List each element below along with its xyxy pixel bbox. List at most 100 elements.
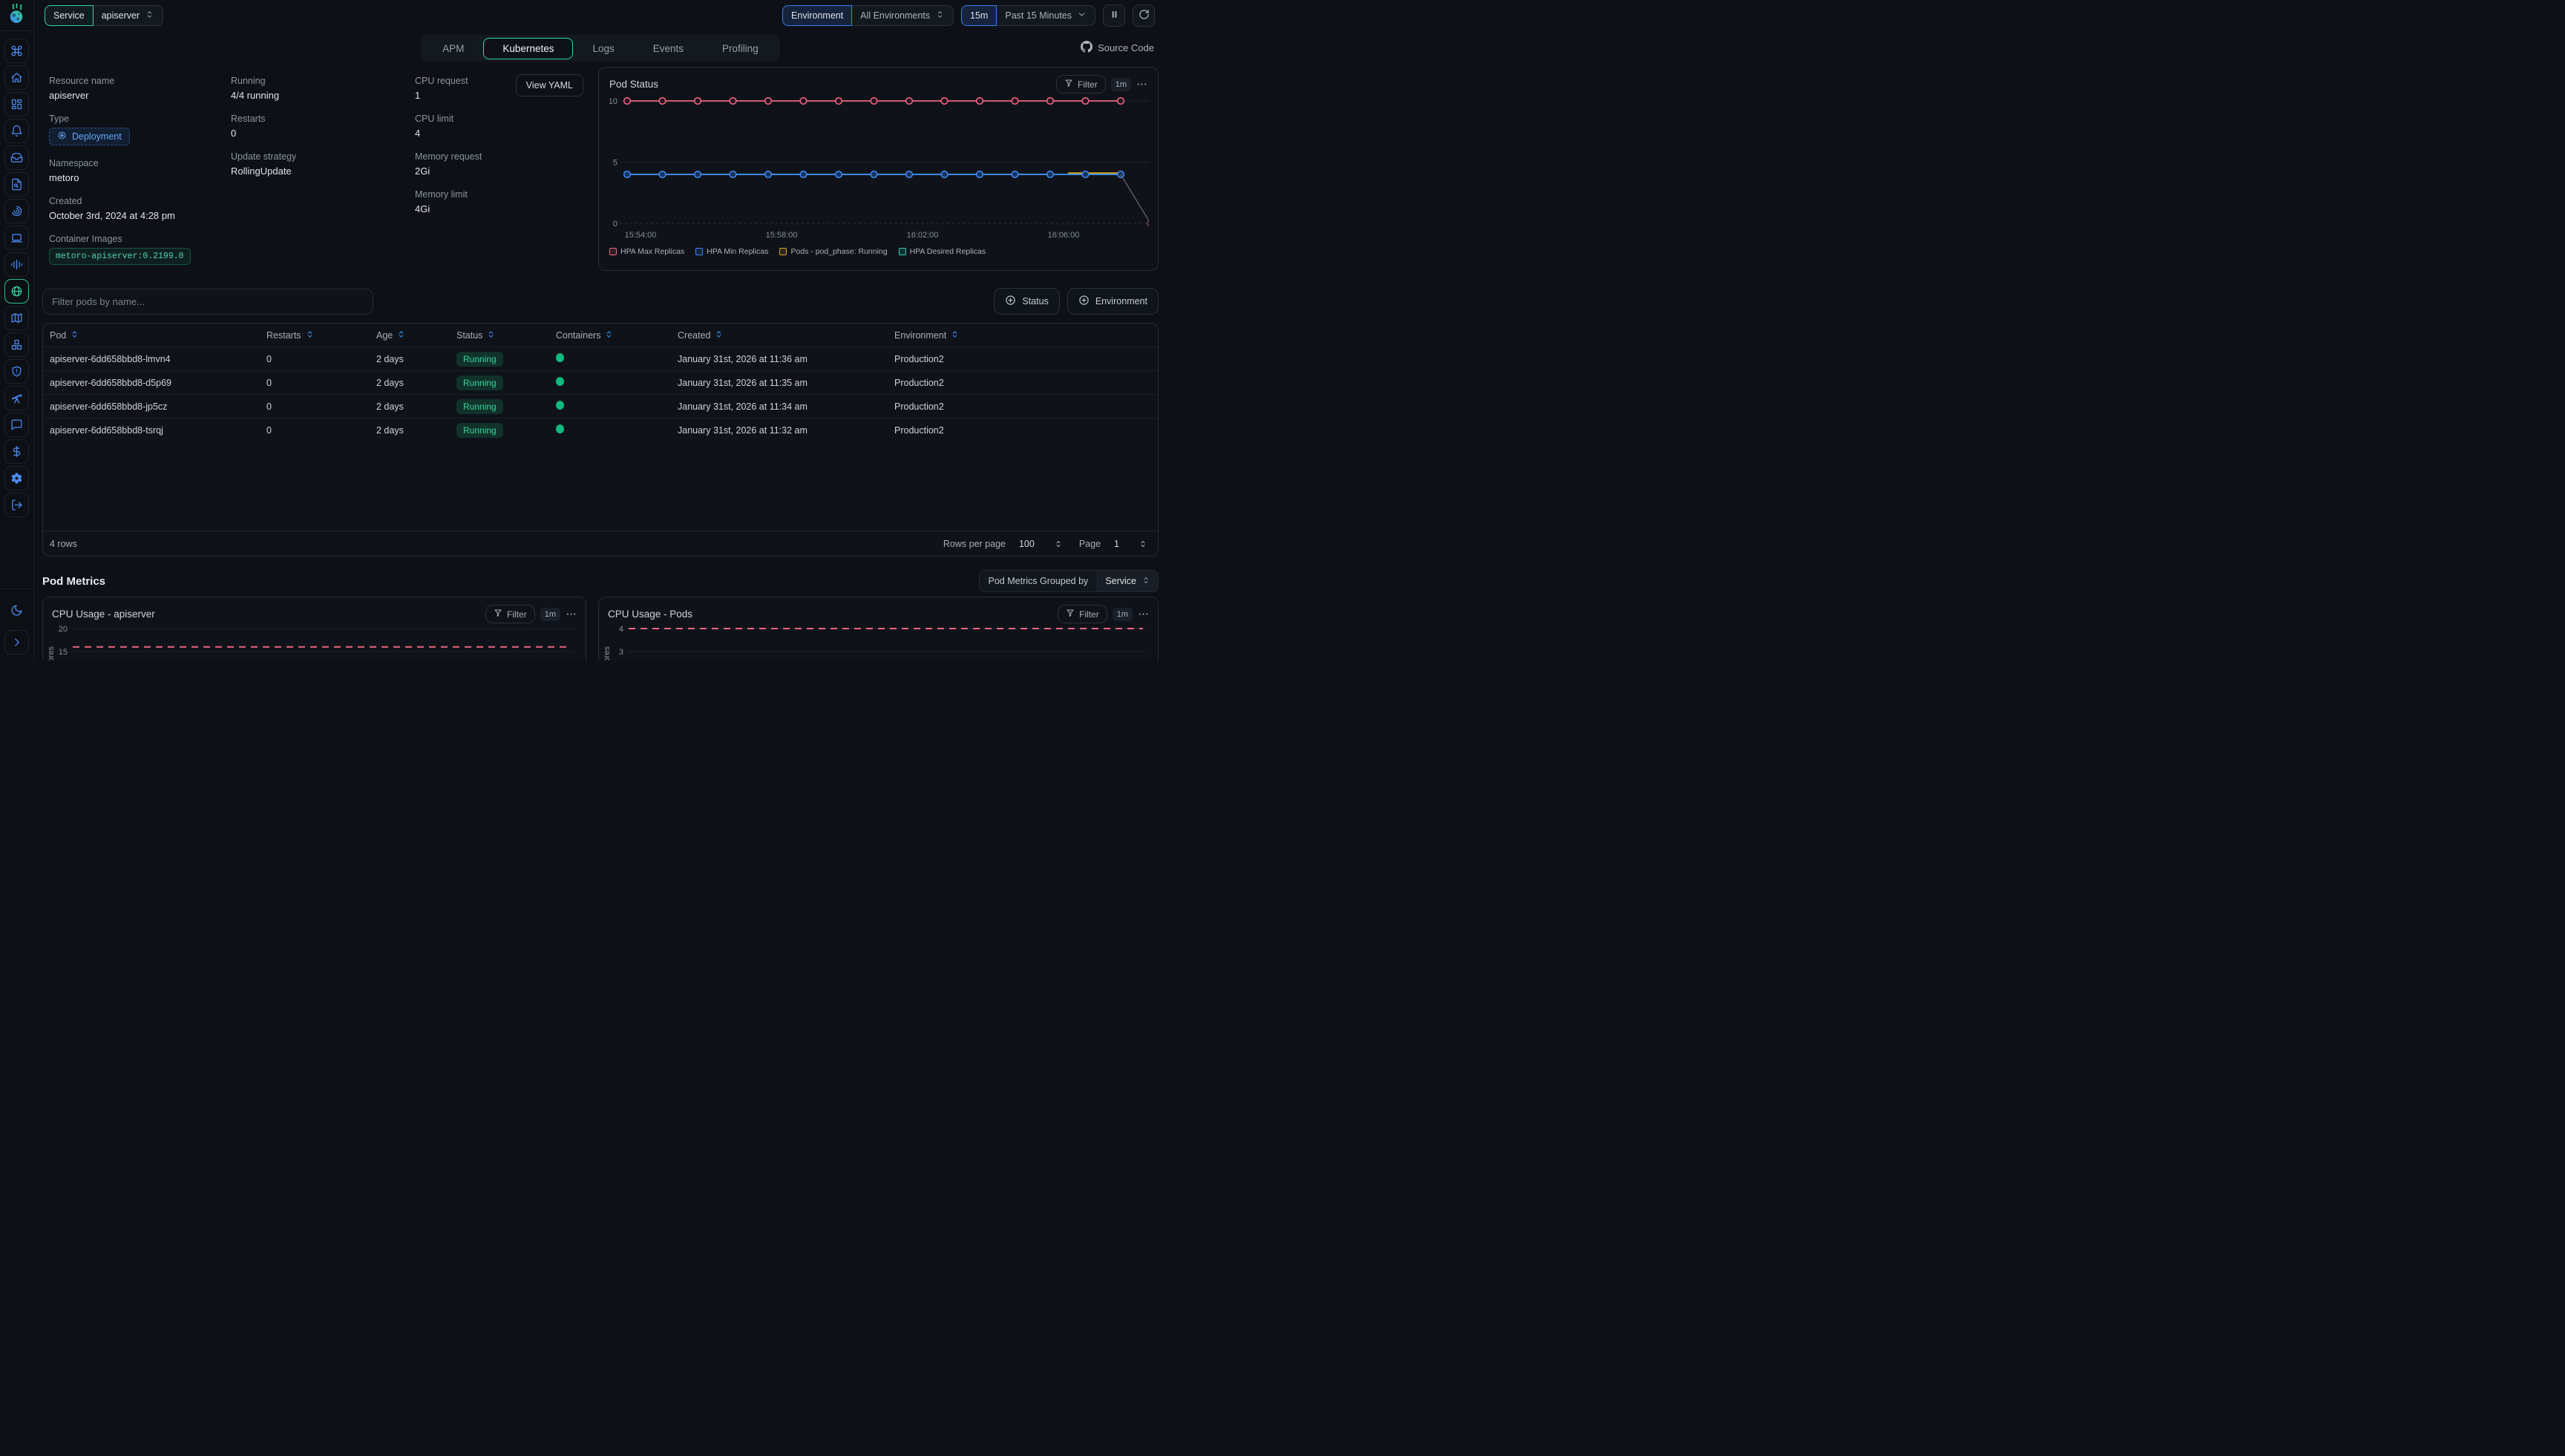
column-header-status[interactable]: Status	[456, 329, 556, 341]
sidebar-item-telescope[interactable]	[4, 386, 29, 410]
sort-icon	[951, 329, 959, 341]
sidebar-item-dollar[interactable]	[4, 439, 29, 464]
time-badge[interactable]: 15m	[961, 5, 997, 26]
pods-filter-input[interactable]	[42, 289, 373, 315]
column-header-age[interactable]: Age	[376, 329, 456, 341]
tab-kubernetes[interactable]: Kubernetes	[483, 38, 573, 59]
table-row[interactable]: apiserver-6dd658bbd8-lmvn402 daysRunning…	[43, 347, 1158, 370]
sidebar-item-laptop[interactable]	[4, 226, 29, 250]
refresh-button[interactable]	[1133, 4, 1155, 27]
pause-button[interactable]	[1103, 4, 1125, 27]
created-cell: January 31st, 2026 at 11:36 am	[678, 354, 894, 364]
sidebar-item-inbox[interactable]	[4, 145, 29, 170]
sidebar-item-shield-alert[interactable]	[4, 359, 29, 384]
rows-per-page-value[interactable]: 100	[1019, 539, 1035, 549]
page-stepper[interactable]	[1139, 540, 1147, 548]
tab-profiling[interactable]: Profiling	[703, 38, 778, 59]
table-row[interactable]: apiserver-6dd658bbd8-jp5cz02 daysRunning…	[43, 394, 1158, 418]
column-header-created[interactable]: Created	[678, 329, 894, 341]
add-environment-filter-button[interactable]: Environment	[1067, 288, 1159, 315]
service-label[interactable]: Service	[45, 5, 94, 26]
deployment-type-badge: Deployment	[49, 128, 130, 145]
sidebar-item-command[interactable]	[4, 39, 29, 63]
tab-logs[interactable]: Logs	[573, 38, 633, 59]
sidebar-item-home[interactable]	[4, 65, 29, 90]
sort-icon	[71, 329, 79, 341]
circle-plus-icon	[1005, 295, 1016, 308]
field-value: 0	[231, 128, 415, 139]
sidebar-item-cubes[interactable]	[4, 332, 29, 357]
view-yaml-button[interactable]: View YAML	[516, 74, 583, 96]
interval-badge[interactable]: 1m	[1111, 78, 1131, 91]
pod-metrics-title: Pod Metrics	[42, 575, 105, 588]
more-options-icon[interactable]	[566, 609, 577, 620]
details-column-3: CPU request1CPU limit4Memory request2GiM…	[415, 76, 586, 278]
environment-label[interactable]: Environment	[782, 5, 852, 26]
restarts-cell: 0	[266, 425, 376, 436]
source-code-link[interactable]: Source Code	[1081, 41, 1154, 55]
sort-icon	[715, 329, 723, 341]
sidebar-item-logout[interactable]	[4, 493, 29, 517]
legend-item[interactable]: HPA Min Replicas	[695, 247, 768, 256]
sidebar-item-gear[interactable]	[4, 466, 29, 491]
sidebar-item-radar[interactable]	[4, 199, 29, 223]
field-value: 4	[415, 128, 586, 139]
interval-badge[interactable]: 1m	[1113, 608, 1133, 621]
field-label: Memory request	[415, 151, 586, 162]
legend-label: HPA Min Replicas	[707, 247, 768, 256]
page-value[interactable]: 1	[1114, 539, 1119, 549]
app-window: Service apiserver Environment All Enviro…	[0, 0, 1164, 660]
add-status-filter-button[interactable]: Status	[994, 288, 1059, 315]
legend-item[interactable]: Pods - pod_phase: Running	[779, 247, 887, 256]
filter-button[interactable]: Filter	[1056, 75, 1106, 94]
overview-row: View YAML Resource nameapiserverTypeDepl…	[42, 67, 1159, 278]
field-label: Memory limit	[415, 189, 586, 200]
sidebar-item-file-search[interactable]	[4, 172, 29, 197]
interval-badge[interactable]: 1m	[540, 608, 560, 621]
logout-icon	[10, 499, 23, 511]
grouped-by-select[interactable]: Service	[1097, 571, 1158, 591]
table-row[interactable]: apiserver-6dd658bbd8-d5p6902 daysRunning…	[43, 370, 1158, 394]
rows-per-page-stepper[interactable]	[1054, 540, 1063, 548]
sidebar-item-globe[interactable]	[4, 279, 29, 304]
more-options-icon[interactable]	[1136, 79, 1147, 90]
environment-value-dropdown[interactable]: All Environments	[852, 5, 954, 26]
field-resource-name: Resource nameapiserver	[49, 76, 231, 101]
rows-count: 4 rows	[50, 539, 77, 549]
age-cell: 2 days	[376, 401, 456, 412]
environment-cell: Production2	[894, 378, 1158, 388]
grouped-by-label: Pod Metrics Grouped by	[980, 571, 1098, 591]
tab-events[interactable]: Events	[634, 38, 703, 59]
status-cell: Running	[456, 423, 556, 438]
sidebar-item-map[interactable]	[4, 306, 29, 330]
environment-selector: Environment All Environments	[782, 5, 954, 26]
sidebar-item-chat[interactable]	[4, 413, 29, 437]
pod-name-cell: apiserver-6dd658bbd8-lmvn4	[50, 354, 266, 364]
more-options-icon[interactable]	[1138, 609, 1149, 620]
column-header-pod[interactable]: Pod	[50, 329, 266, 341]
legend-item[interactable]: HPA Max Replicas	[609, 247, 684, 256]
bell-icon	[10, 125, 23, 137]
age-cell: 2 days	[376, 378, 456, 388]
sidebar-item-bell[interactable]	[4, 119, 29, 143]
column-header-environment[interactable]: Environment	[894, 329, 1158, 341]
sidebar-chevron-right-button[interactable]	[4, 630, 29, 655]
filter-button[interactable]: Filter	[485, 605, 535, 623]
sidebar-item-dashboard-grid[interactable]	[4, 92, 29, 117]
service-value-dropdown[interactable]: apiserver	[94, 5, 163, 26]
column-header-restarts[interactable]: Restarts	[266, 329, 376, 341]
sidebar-moon-button[interactable]	[4, 598, 29, 623]
table-row[interactable]: apiserver-6dd658bbd8-tsrqj02 daysRunning…	[43, 418, 1158, 442]
filter-button[interactable]: Filter	[1058, 605, 1107, 623]
status-badge: Running	[456, 423, 503, 438]
tab-apm[interactable]: APM	[423, 38, 483, 59]
column-header-containers[interactable]: Containers	[556, 329, 678, 341]
time-range-dropdown[interactable]: Past 15 Minutes	[997, 5, 1095, 26]
sort-icon	[605, 329, 613, 341]
sidebar-item-waveform[interactable]	[4, 252, 29, 277]
legend-label: HPA Desired Replicas	[910, 247, 986, 256]
svg-text:20: 20	[59, 625, 68, 634]
legend-item[interactable]: HPA Desired Replicas	[899, 247, 986, 256]
gear-icon	[10, 472, 23, 485]
field-label: Running	[231, 76, 415, 86]
